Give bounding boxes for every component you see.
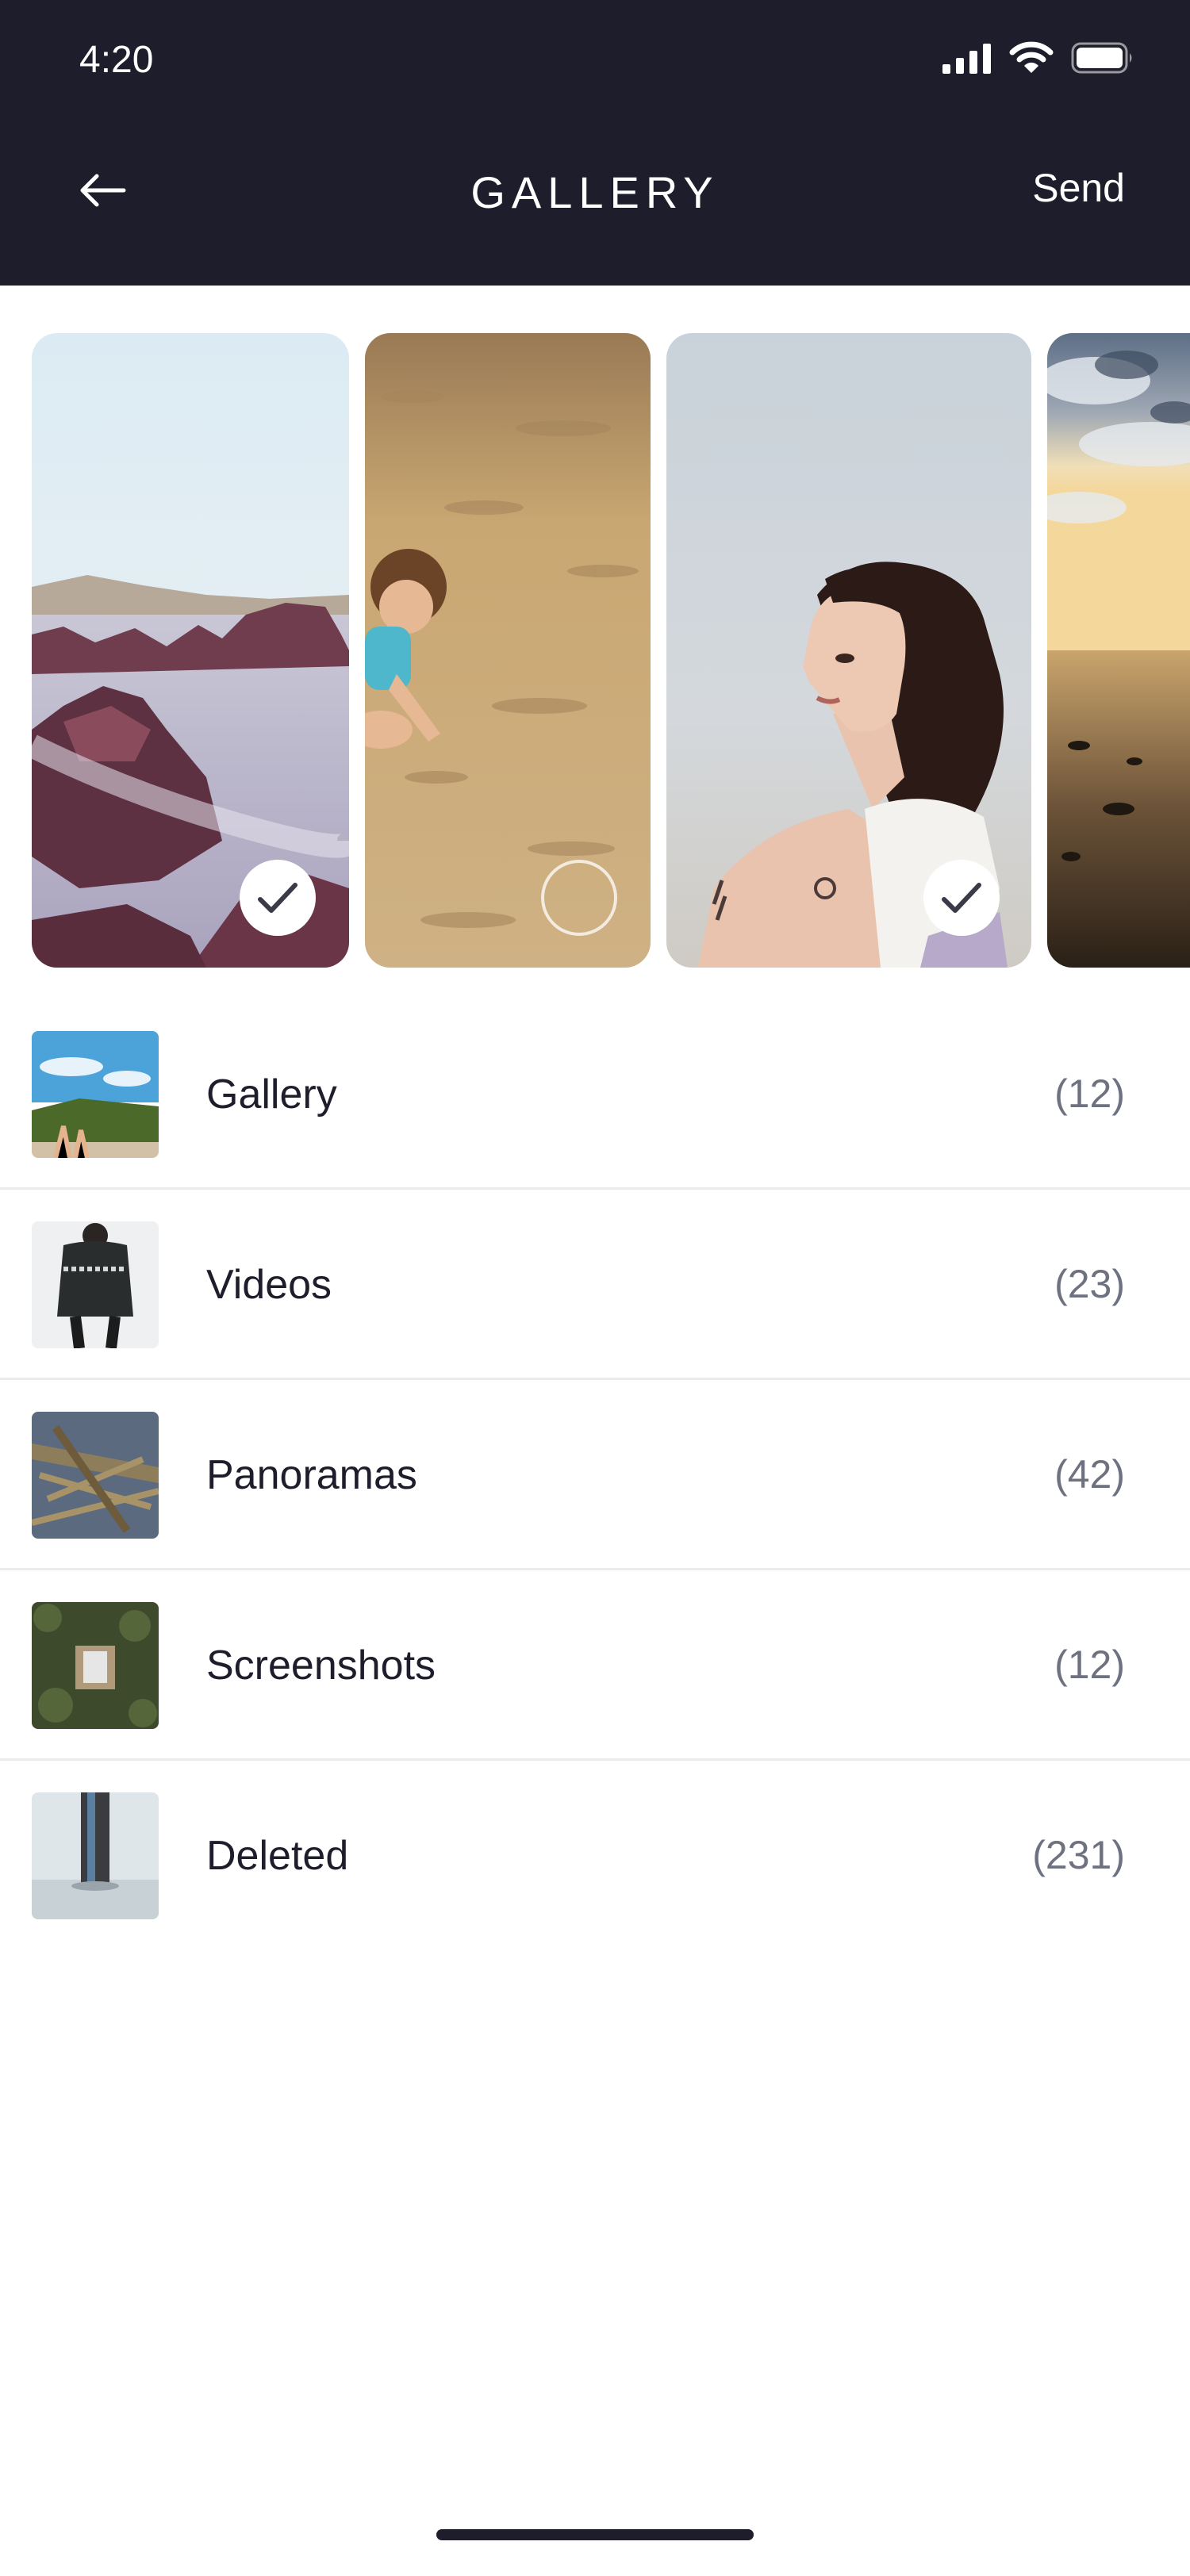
checkmark-icon: [942, 883, 981, 913]
page-title: GALLERY: [470, 167, 720, 217]
battery-icon: [1071, 42, 1132, 74]
album-row-videos[interactable]: Videos (23): [0, 1190, 1190, 1380]
album-row-gallery[interactable]: Gallery (12): [0, 999, 1190, 1190]
photo-card-rocky-shore[interactable]: [32, 333, 349, 968]
album-list: Gallery (12) Videos (23) Panoramas (42) …: [0, 999, 1190, 1951]
album-name: Deleted: [206, 1833, 349, 1879]
signal-icon: [942, 44, 991, 74]
album-count: (12): [1054, 1643, 1125, 1687]
album-row-deleted[interactable]: Deleted (231): [0, 1761, 1190, 1951]
select-toggle[interactable]: [923, 860, 1000, 936]
sunset-beach-photo: [1047, 333, 1190, 968]
photo-card-woman-portrait[interactable]: [666, 333, 1031, 968]
album-thumbnail: [32, 1031, 159, 1158]
sea-pillar-thumbnail: [32, 1792, 159, 1919]
home-indicator[interactable]: [436, 2529, 754, 2540]
album-thumbnail: [32, 1221, 159, 1348]
status-icons: [942, 38, 1134, 78]
album-count: (23): [1054, 1262, 1125, 1306]
album-count: (231): [1032, 1833, 1125, 1877]
album-thumbnail: [32, 1602, 159, 1729]
album-name: Gallery: [206, 1071, 337, 1117]
aerial-forest-thumbnail: [32, 1602, 159, 1729]
album-count: (12): [1054, 1071, 1125, 1116]
person-sweater-thumbnail: [32, 1221, 159, 1348]
beach-sky-thumbnail: [32, 1031, 159, 1158]
status-time: 4:20: [79, 39, 154, 81]
palm-tree-thumbnail: [32, 1412, 159, 1539]
checkmark-icon: [258, 883, 298, 913]
album-name: Panoramas: [206, 1452, 417, 1498]
photo-card-sunset-beach[interactable]: [1047, 333, 1190, 968]
wifi-icon: [1009, 41, 1054, 73]
send-button[interactable]: Send: [1032, 165, 1125, 211]
album-name: Videos: [206, 1262, 332, 1308]
photo-card-child-in-sand[interactable]: [365, 333, 651, 968]
album-row-panoramas[interactable]: Panoramas (42): [0, 1380, 1190, 1570]
album-count: (42): [1054, 1452, 1125, 1497]
album-thumbnail: [32, 1412, 159, 1539]
album-thumbnail: [32, 1792, 159, 1919]
album-row-screenshots[interactable]: Screenshots (12): [0, 1570, 1190, 1761]
select-toggle[interactable]: [541, 860, 617, 936]
photo-strip[interactable]: [0, 286, 1190, 999]
select-toggle[interactable]: [240, 860, 316, 936]
album-name: Screenshots: [206, 1643, 436, 1689]
top-bar: 4:20 GALLERY Send: [0, 0, 1190, 286]
